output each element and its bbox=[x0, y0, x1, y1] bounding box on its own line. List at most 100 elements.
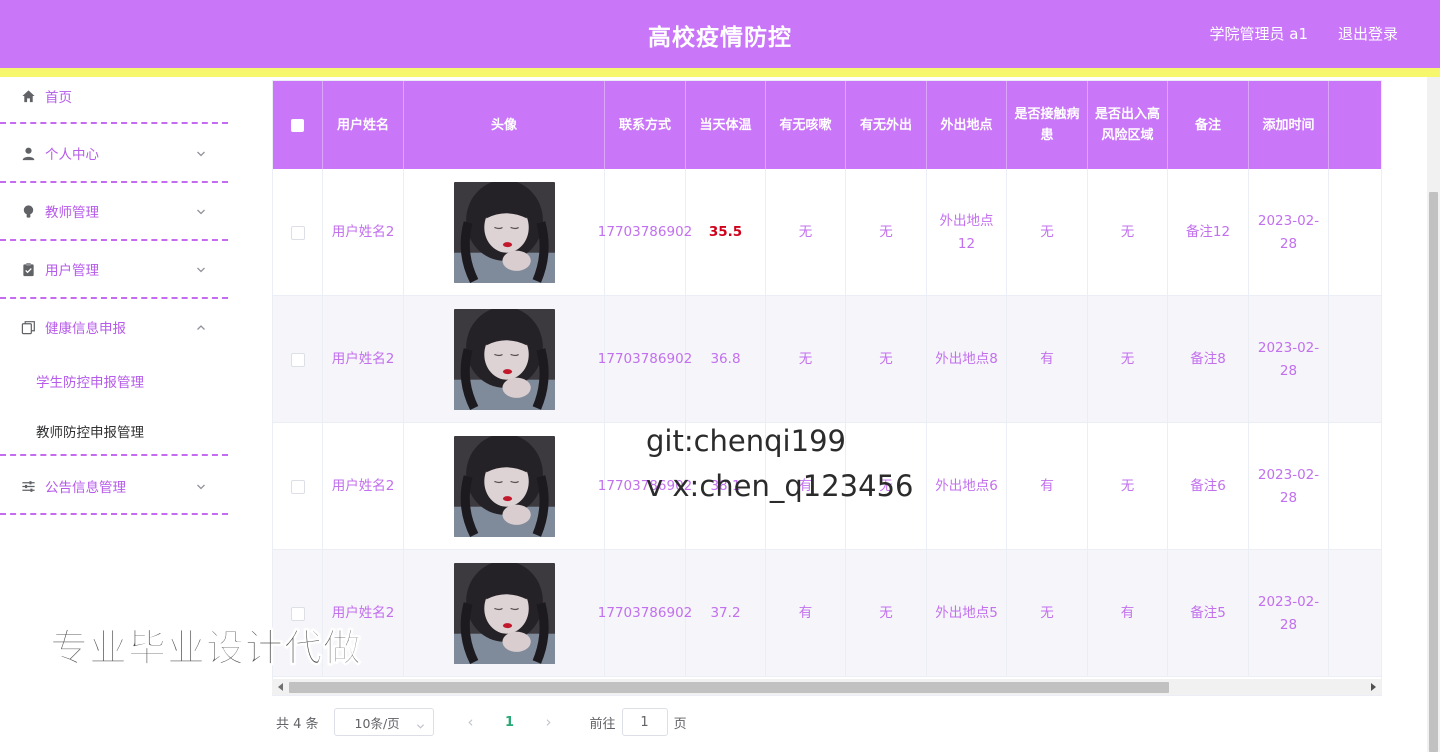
sidebar-divider bbox=[0, 297, 228, 299]
column-header: 用户姓名 bbox=[323, 81, 404, 169]
page-suffix: 页 bbox=[673, 716, 687, 732]
goto-page-input[interactable]: 1 bbox=[621, 708, 668, 736]
sidebar-divider bbox=[0, 122, 228, 124]
watermark-wechat: v x:chen_q123456 bbox=[646, 469, 914, 503]
column-header: 外出地点 bbox=[927, 81, 1007, 169]
table-header: 用户姓名 头像 联系方式 当天体温 有无咳嗽 有无外出 外出地点 是否接触病患 … bbox=[273, 81, 1381, 169]
sidebar-item-announcements[interactable]: 公告信息管理 bbox=[0, 467, 228, 505]
empty-cell bbox=[1329, 550, 1381, 677]
table-row: 用户姓名2 17703786902 36.8 无无外出地点8 有无备注8 2023-02-… bbox=[273, 296, 1381, 423]
sidebar-item-label: 公告信息管理 bbox=[45, 480, 126, 496]
sidebar-divider bbox=[0, 239, 228, 241]
avatar-cell bbox=[404, 550, 605, 677]
column-header: 添加时间 bbox=[1249, 81, 1329, 169]
chevron-down-icon bbox=[416, 719, 425, 729]
column-header: 当天体温 bbox=[686, 81, 766, 169]
cell-temp: 37.2 bbox=[686, 550, 766, 677]
empty-cell bbox=[1329, 296, 1381, 423]
row-checkbox[interactable] bbox=[290, 479, 305, 494]
watermark-git: git:chenqi199 bbox=[646, 424, 846, 458]
cell-contact: 有 bbox=[1007, 296, 1088, 423]
cell-phone: 17703786902 bbox=[598, 550, 692, 677]
sidebar-item-label: 用户管理 bbox=[45, 263, 99, 279]
next-page-icon[interactable]: › bbox=[535, 708, 563, 736]
scrollbar-thumb[interactable] bbox=[289, 682, 1169, 693]
row-checkbox[interactable] bbox=[290, 225, 305, 240]
cell-cough: 有 bbox=[766, 550, 846, 677]
cell-place: 外出地点6 bbox=[927, 423, 1007, 550]
column-header: 是否接触病患 bbox=[1007, 81, 1088, 169]
header-accent-bar bbox=[0, 68, 1440, 77]
cell-contact: 无 bbox=[1007, 550, 1088, 677]
sidebar-item-label: 健康信息申报 bbox=[45, 321, 126, 337]
cell-cough: 无 bbox=[766, 296, 846, 423]
empty-cell bbox=[1329, 423, 1381, 550]
logout-link[interactable]: 退出登录 bbox=[1338, 23, 1398, 44]
scrollbar-thumb[interactable] bbox=[1429, 192, 1438, 752]
watermark-banner: 专业毕业设计代做 bbox=[49, 626, 363, 671]
cell-time: 2023-02-28 bbox=[1249, 169, 1329, 296]
avatar[interactable] bbox=[453, 309, 555, 410]
cell-time: 2023-02-28 bbox=[1249, 550, 1329, 677]
row-select-cell bbox=[273, 296, 323, 423]
cell-phone: 17703786902 bbox=[598, 169, 692, 296]
row-checkbox[interactable] bbox=[290, 352, 305, 367]
cell-phone: 17703786902 bbox=[598, 296, 692, 423]
avatar[interactable] bbox=[453, 182, 555, 283]
cell-contact: 无 bbox=[1007, 169, 1088, 296]
sidebar-item-users[interactable]: 用户管理 bbox=[0, 250, 228, 288]
sidebar-item-label: 教师管理 bbox=[45, 205, 99, 221]
sidebar-item-teachers[interactable]: 教师管理 bbox=[0, 192, 228, 230]
avatar[interactable] bbox=[453, 563, 555, 664]
cell-risk: 无 bbox=[1088, 423, 1168, 550]
sidebar-item-health-report[interactable]: 健康信息申报 bbox=[0, 308, 228, 346]
cell-cough: 无 bbox=[766, 169, 846, 296]
cell-name: 用户姓名2 bbox=[323, 423, 404, 550]
column-header: 有无外出 bbox=[846, 81, 927, 169]
sidebar-item-home[interactable]: 首页 bbox=[0, 77, 228, 115]
vertical-scrollbar[interactable] bbox=[1427, 77, 1440, 752]
page-number-current[interactable]: 1 bbox=[495, 715, 525, 730]
clipboard-icon bbox=[20, 261, 36, 277]
table-row: 用户姓名2 17703786902 37.2 有无外出地点5 无有备注5 2023-02-… bbox=[273, 550, 1381, 677]
sidebar-subitem-teacher-report[interactable]: 教师防控申报管理 bbox=[36, 421, 144, 441]
total-count: 共 4 条 bbox=[276, 716, 319, 732]
chevron-down-icon bbox=[196, 263, 206, 273]
report-table: 用户姓名 头像 联系方式 当天体温 有无咳嗽 有无外出 外出地点 是否接触病患 … bbox=[272, 80, 1382, 696]
cell-risk: 无 bbox=[1088, 169, 1168, 296]
cell-risk: 有 bbox=[1088, 550, 1168, 677]
scroll-left-icon[interactable] bbox=[278, 683, 283, 691]
column-header: 头像 bbox=[404, 81, 605, 169]
sidebar-subitem-student-report[interactable]: 学生防控申报管理 bbox=[36, 371, 144, 391]
pagination: 共 4 条 10条/页 ‹ 1 › 前往 1 页 bbox=[276, 708, 687, 736]
cell-note: 备注6 bbox=[1168, 423, 1249, 550]
cell-temp: 36.8 bbox=[686, 296, 766, 423]
page-size-value: 10条/页 bbox=[354, 715, 400, 731]
cell-note: 备注12 bbox=[1168, 169, 1249, 296]
home-icon bbox=[20, 88, 36, 104]
row-select-cell bbox=[273, 169, 323, 296]
column-header: 备注 bbox=[1168, 81, 1249, 169]
avatar[interactable] bbox=[453, 436, 555, 537]
avatar-cell bbox=[404, 296, 605, 423]
copy-icon bbox=[20, 319, 36, 335]
chevron-down-icon bbox=[196, 205, 206, 215]
horizontal-scrollbar[interactable] bbox=[272, 679, 1382, 695]
sidebar-item-label: 个人中心 bbox=[45, 147, 99, 163]
sliders-icon bbox=[20, 478, 36, 494]
avatar-cell bbox=[404, 423, 605, 550]
sidebar-item-profile[interactable]: 个人中心 bbox=[0, 134, 228, 172]
cell-time: 2023-02-28 bbox=[1249, 423, 1329, 550]
top-header: 高校疫情防控 学院管理员 a1 退出登录 bbox=[0, 0, 1440, 68]
page-size-select[interactable]: 10条/页 bbox=[333, 708, 434, 736]
cell-name: 用户姓名2 bbox=[323, 296, 404, 423]
current-user-label: 学院管理员 a1 bbox=[1209, 25, 1308, 43]
chevron-up-icon bbox=[196, 321, 206, 331]
chevron-down-icon bbox=[196, 480, 206, 490]
scroll-right-icon[interactable] bbox=[1371, 683, 1376, 691]
select-all-checkbox[interactable] bbox=[291, 118, 304, 132]
prev-page-icon[interactable]: ‹ bbox=[457, 708, 485, 736]
column-header-empty bbox=[1329, 81, 1381, 169]
bulb-icon bbox=[20, 203, 36, 219]
column-header: 是否出入高风险区域 bbox=[1088, 81, 1168, 169]
